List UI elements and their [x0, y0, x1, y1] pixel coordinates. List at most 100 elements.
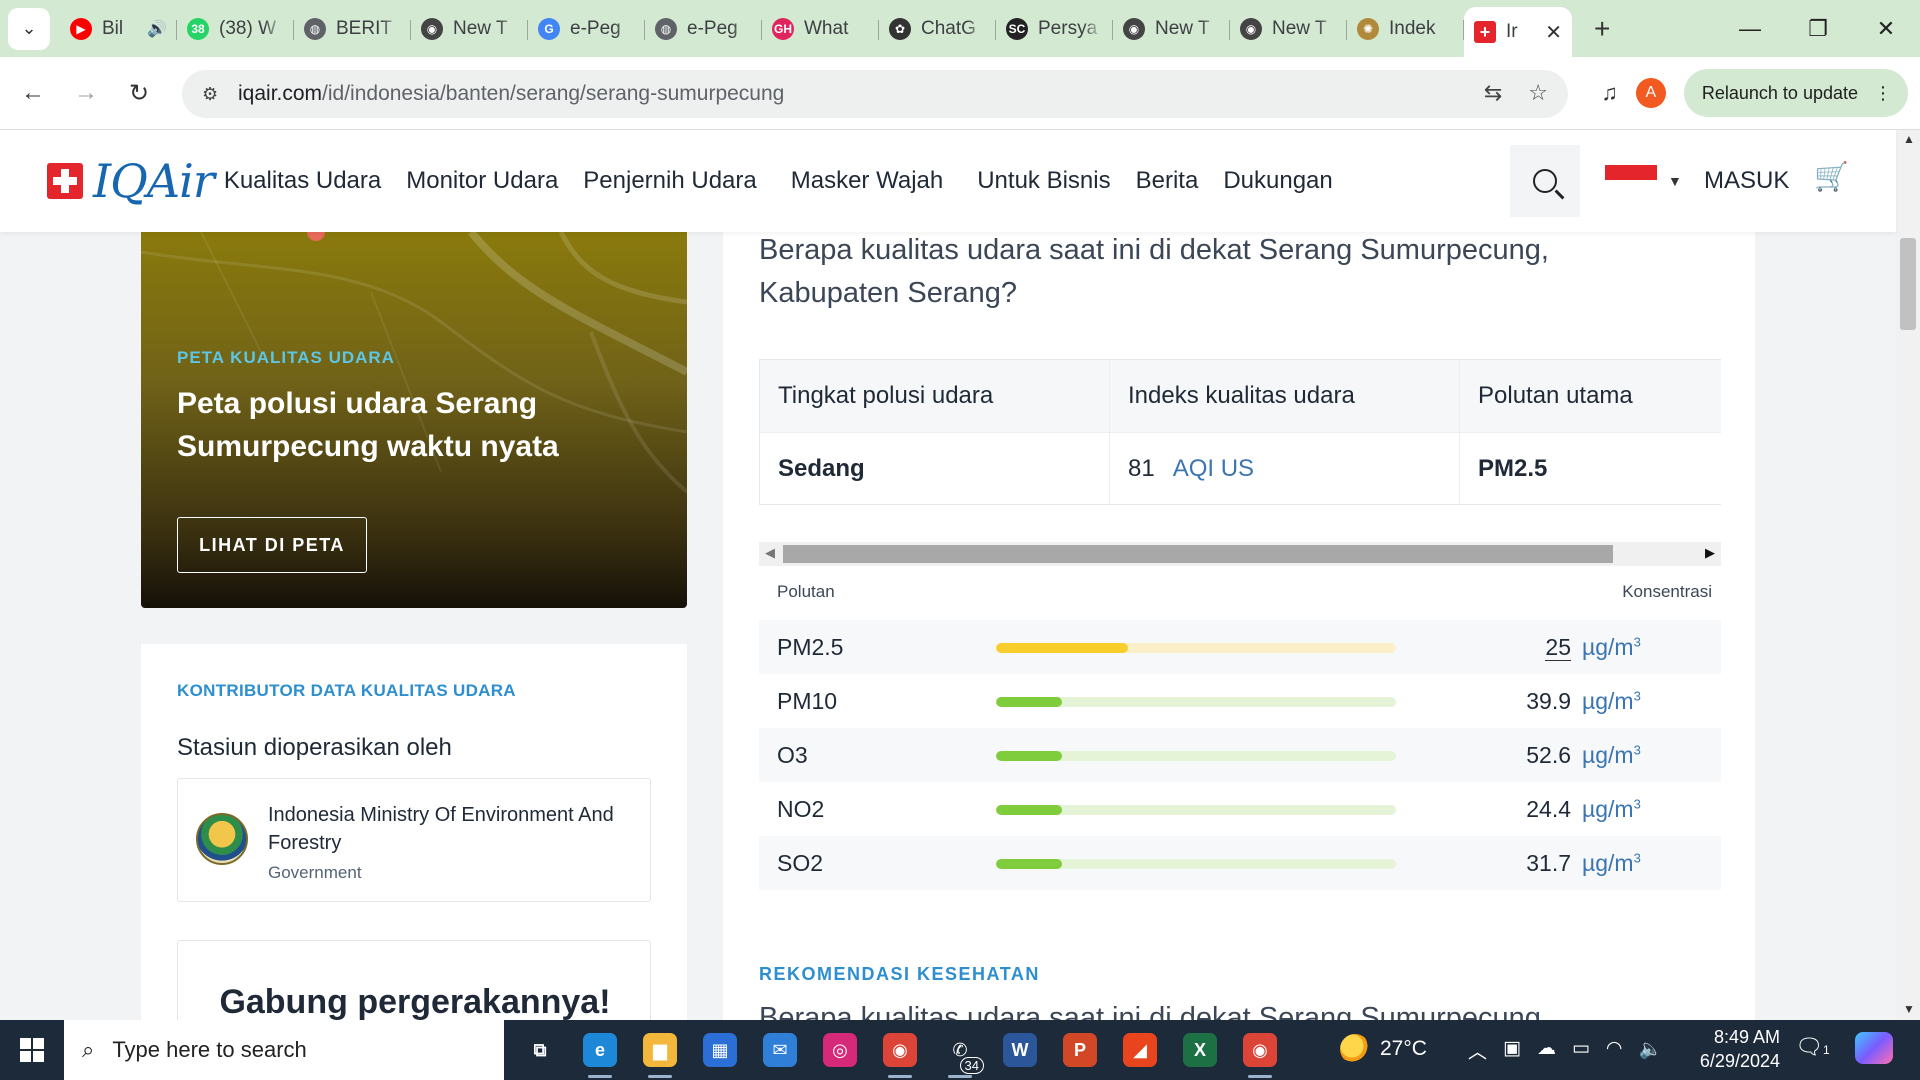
browser-tab[interactable]: ◉ New T	[411, 9, 528, 49]
pollutant-row: SO2 31.7 µg/m3	[759, 836, 1721, 890]
volume-icon[interactable]: 🔈	[1639, 1037, 1663, 1064]
url-host: iqair.com	[238, 82, 323, 105]
tab-audio-icon[interactable]: 🔊	[147, 19, 167, 39]
nav-item[interactable]: Monitor Udara	[406, 167, 558, 195]
taskbar-task-view-button[interactable]: ⧉	[510, 1020, 570, 1080]
browser-tab-active[interactable]: + Ir ✕	[1464, 7, 1572, 57]
indonesia-flag-icon[interactable]	[1605, 165, 1657, 195]
tab-title: New T	[1155, 17, 1210, 39]
wifi-icon[interactable]: ◠	[1606, 1037, 1623, 1064]
notification-center-button[interactable]: 🗨1	[1795, 1034, 1830, 1060]
meet-now-icon[interactable]: ▣	[1503, 1037, 1521, 1064]
main-navigation: Kualitas Udara Monitor Udara Penjernih Uda…	[224, 167, 1333, 195]
caret-down-icon[interactable]: ▼	[1668, 173, 1682, 189]
tab-title: New T	[1272, 17, 1327, 39]
minimize-button[interactable]: —	[1716, 16, 1784, 42]
nav-item[interactable]: Untuk Bisnis	[977, 167, 1110, 195]
taskbar-powerpoint-button[interactable]: P	[1050, 1020, 1110, 1080]
scrollbar-thumb[interactable]	[783, 545, 1613, 563]
cart-icon[interactable]: 🛒	[1814, 160, 1849, 193]
browser-tab[interactable]: ◉ New T	[1230, 9, 1347, 49]
taskbar-instagram-button[interactable]: ◎	[810, 1020, 870, 1080]
nav-item[interactable]: Berita	[1136, 167, 1199, 195]
browser-tab[interactable]: GH What	[762, 9, 879, 49]
bookmark-star-icon[interactable]: ☆	[1528, 80, 1548, 106]
battery-icon[interactable]: ▭	[1572, 1037, 1590, 1064]
station-operator-name: Indonesia Ministry Of Environment And Fo…	[268, 804, 614, 854]
scroll-right-icon[interactable]: ▶	[1705, 545, 1715, 561]
pollutant-level-fill	[996, 643, 1128, 653]
browser-tab[interactable]: ◍ e-Peg	[645, 9, 762, 49]
taskbar-excel-button[interactable]: X	[1170, 1020, 1230, 1080]
profile-avatar[interactable]: A	[1635, 78, 1666, 108]
taskbar-mail-button[interactable]: ✉	[750, 1020, 810, 1080]
chrome-icon: ◉	[421, 17, 443, 40]
iqair-logo[interactable]: IQAir	[47, 154, 215, 208]
horizontal-scrollbar[interactable]: ◀ ▶	[759, 542, 1721, 566]
browser-tab[interactable]: ✿ ChatG	[879, 9, 996, 49]
powerpoint-icon: P	[1063, 1033, 1097, 1067]
browser-tab[interactable]: ✺ Indek	[1347, 9, 1464, 49]
taskbar-search-box[interactable]: ⌕ Type here to search	[64, 1020, 504, 1080]
translate-icon[interactable]: ⇆	[1484, 80, 1502, 106]
pollutant-unit: µg/m3	[1582, 796, 1641, 823]
close-window-button[interactable]: ✕	[1852, 16, 1920, 42]
edge-icon: e	[583, 1033, 617, 1067]
new-tab-button[interactable]: +	[1594, 13, 1610, 45]
weather-sun-icon	[1340, 1034, 1370, 1064]
scroll-down-icon[interactable]: ▼	[1903, 1002, 1915, 1016]
media-control-icon[interactable]: ♫	[1601, 80, 1618, 106]
scroll-left-icon[interactable]: ◀	[765, 545, 775, 561]
station-operator-type: Government	[268, 863, 362, 882]
view-map-button[interactable]: LIHAT DI PETA	[177, 517, 367, 573]
taskbar-file-explorer-button[interactable]: ▆	[630, 1020, 690, 1080]
taskbar-office-button[interactable]: ◢	[1110, 1020, 1170, 1080]
join-heading: Gabung pergerakannya!	[219, 983, 611, 1021]
taskbar-word-button[interactable]: W	[990, 1020, 1050, 1080]
browser-tab[interactable]: Ge-Peg	[528, 9, 645, 49]
relaunch-button[interactable]: Relaunch to update ⋮	[1683, 69, 1908, 117]
nav-item[interactable]: Penjernih Udara	[583, 167, 756, 195]
browser-tab[interactable]: ◍ BERIT	[294, 9, 411, 49]
restore-button[interactable]: ❐	[1784, 16, 1852, 42]
taskbar-clock[interactable]: 8:49 AM 6/29/2024	[1680, 1025, 1780, 1073]
map-card-title: Peta polusi udara Serang Sumurpecung wak…	[177, 387, 559, 463]
login-link[interactable]: MASUK	[1704, 167, 1789, 195]
page-vertical-scrollbar[interactable]: ▲ ▼	[1896, 130, 1920, 1020]
nav-item[interactable]: Masker Wajah	[791, 167, 943, 195]
close-tab-icon[interactable]: ✕	[1545, 20, 1562, 45]
site-header: IQAir Kualitas Udara Monitor Udara Penjern…	[0, 130, 1896, 232]
more-menu-icon[interactable]: ⋮	[1874, 83, 1892, 104]
taskbar-microsoft-store-button[interactable]: ▦	[690, 1020, 750, 1080]
aqi-unit-link[interactable]: AQI US	[1173, 455, 1254, 483]
scroll-up-icon[interactable]: ▲	[1903, 132, 1915, 146]
back-button[interactable]: ←	[13, 73, 53, 113]
copilot-icon[interactable]	[1855, 1032, 1893, 1064]
browser-tab[interactable]: ◉ New T	[1113, 9, 1230, 49]
taskbar-chrome-button[interactable]: ◉	[870, 1020, 930, 1080]
browser-tab[interactable]: ▶ Bil 🔊	[60, 9, 177, 49]
page-scrollbar-thumb[interactable]	[1900, 238, 1916, 330]
forward-button[interactable]: →	[66, 73, 106, 113]
nav-item[interactable]: Dukungan	[1223, 167, 1332, 195]
tab-search-button[interactable]: ⌄	[8, 7, 50, 50]
pollutant-concentration[interactable]: 25	[1545, 634, 1571, 661]
task-view-icon: ⧉	[533, 1039, 547, 1060]
browser-tab[interactable]: SC Persya	[996, 9, 1113, 49]
weather-widget[interactable]: 27°C	[1340, 1034, 1427, 1064]
nav-item[interactable]: Kualitas Udara	[224, 167, 381, 195]
taskbar-whatsapp-button[interactable]: ✆ 34	[930, 1020, 990, 1080]
station-operator-card[interactable]: Indonesia Ministry Of Environment And Fo…	[177, 778, 651, 902]
taskbar-chrome-profile-button[interactable]: ◉	[1230, 1020, 1290, 1080]
url-text[interactable]: iqair.com/id/indonesia/banten/serang/ser…	[238, 82, 784, 106]
globe-icon: ◍	[655, 17, 677, 40]
browser-tab[interactable]: 38 (38) W	[177, 9, 294, 49]
chevron-up-icon[interactable]: ︿	[1468, 1037, 1487, 1064]
site-info-icon[interactable]: ⚙	[202, 84, 228, 105]
taskbar-edge-button[interactable]: e	[570, 1020, 630, 1080]
start-button[interactable]	[0, 1020, 64, 1080]
address-bar[interactable]: ⚙ iqair.com/id/indonesia/banten/serang/s…	[182, 70, 1568, 118]
reload-button[interactable]: ↻	[119, 73, 159, 113]
onedrive-icon[interactable]: ☁	[1537, 1037, 1556, 1064]
site-search-button[interactable]	[1510, 145, 1580, 217]
